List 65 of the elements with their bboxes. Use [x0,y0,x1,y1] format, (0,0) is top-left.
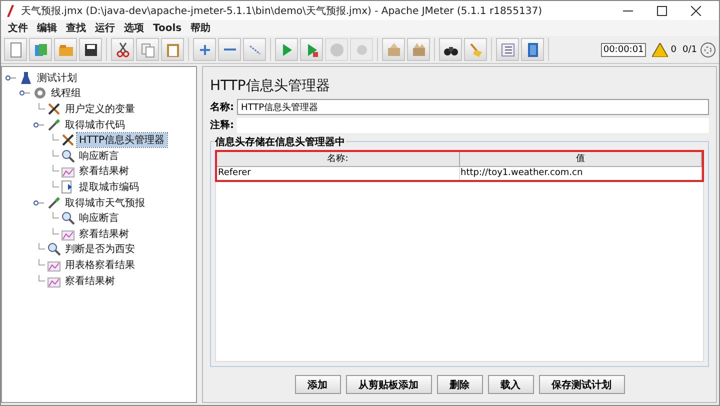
menu-item[interactable]: 查找 [62,21,90,35]
window-title: 天气预报.jmx (D:\java-dev\apache-jmeter-5.1.1\bin\demo\天气预报.jmx) - Apache JMeter (5.1.1 r1855137) [21,4,544,18]
table-cell[interactable]: http://toy1.weather.com.cn [460,167,702,180]
tree-item[interactable]: 响应断言 [77,148,121,163]
menu-item[interactable]: 帮助 [186,21,215,35]
menu-item[interactable]: Tools [149,22,186,34]
function-icon [500,42,516,58]
copy-icon [140,42,156,58]
tree-item[interactable]: 取得城市天气预报 [63,196,147,210]
pipette-icon [47,196,61,210]
tree-item[interactable]: 取得城市代码 [63,118,127,132]
magnifier-icon [61,148,75,163]
tree-item[interactable]: 提取城市编码 [77,180,141,194]
tree-item[interactable]: 察看结果树 [77,164,131,178]
collapse-icon [224,48,236,51]
maximize-icon[interactable] [657,6,667,16]
action-button[interactable]: 从剪贴板添加 [346,375,432,394]
tree-item[interactable]: 判断是否为西安 [63,242,137,256]
field-label: 注释: [210,118,234,132]
templates-icon [32,42,48,58]
new-icon [8,42,24,58]
menu-item[interactable]: 运行 [91,21,119,35]
toolbar-button[interactable] [79,38,102,61]
tools-icon [61,133,75,148]
column-header[interactable]: 值 [460,152,702,167]
tree-item[interactable]: 察看结果树 [77,226,131,241]
menu-item[interactable]: 编辑 [33,21,61,35]
elapsed-time: 00:00:01 [601,42,646,56]
warning-icon[interactable] [652,42,668,56]
field-label: 名称: [210,100,234,114]
feather-icon [7,4,15,16]
tree-item[interactable]: 察看结果树 [63,274,117,288]
tree-item[interactable]: 测试计划 [35,70,79,85]
menu-item[interactable]: 选项 [120,21,148,35]
table-cell[interactable]: Referer [217,167,460,180]
cut-icon [114,42,130,58]
name-field[interactable]: HTTP信息头管理器 [237,99,709,115]
menu-item[interactable]: 文件 [4,21,32,35]
thread-count: 0/1 [682,44,697,54]
magnifier-icon [47,242,61,256]
paste-icon [164,42,180,58]
toolbar-button[interactable] [111,38,134,61]
tree-item[interactable]: 用表格察看结果 [63,258,137,272]
action-button[interactable]: 载入 [488,375,534,394]
close-icon[interactable] [691,6,701,16]
toolbar-button[interactable] [496,38,519,61]
toolbar-button[interactable] [439,38,462,61]
flask-icon [19,70,33,85]
group-title: 信息头存储在信息头管理器中 [214,135,346,149]
action-button[interactable]: 删除 [436,375,482,394]
tools-icon [47,102,61,116]
tree-item[interactable]: HTTP信息头管理器 [77,133,167,148]
panel-heading: HTTP信息头管理器 [210,77,331,95]
action-button[interactable]: 添加 [294,375,340,394]
tree-item[interactable]: 线程组 [49,86,83,100]
stop-icon [328,42,344,58]
warning-count: 0 [670,44,677,54]
tree-item[interactable]: 用户定义的变量 [63,102,137,116]
pipette-icon [47,118,61,132]
status-icon [700,42,716,58]
tree-item[interactable]: 响应断言 [77,211,121,226]
action-button[interactable]: 保存测试计划 [538,375,624,394]
column-header[interactable]: 名称: [217,152,460,167]
save-icon [82,42,98,58]
magnifier-icon [61,211,75,226]
